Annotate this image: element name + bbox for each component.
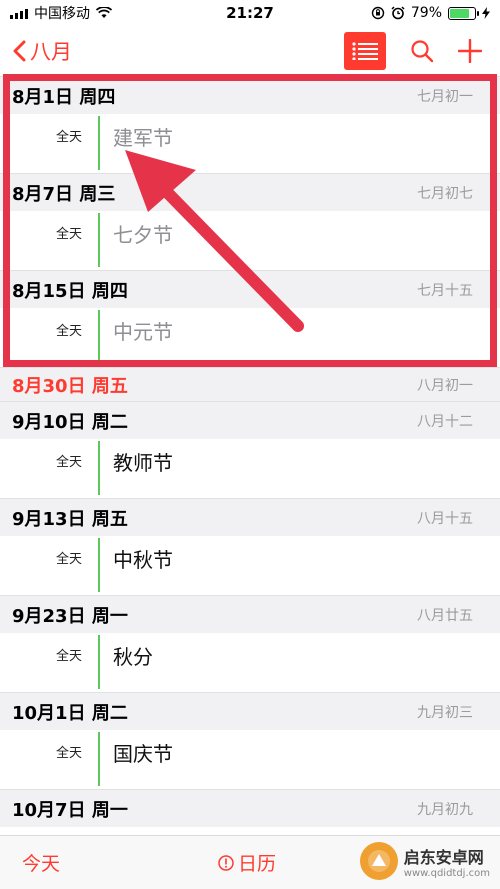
list-icon (352, 42, 378, 60)
wifi-icon (96, 7, 112, 18)
all-day-label: 全天 (55, 130, 82, 145)
day-date: 8月15日 周四 (12, 280, 128, 302)
watermark: 启东安卓网 www.qdidtdj.com (359, 842, 490, 880)
lunar-date: 七月初一 (417, 88, 473, 105)
day-header: 9月10日 周二 八月十二 (0, 401, 500, 439)
all-day-label: 全天 (55, 324, 82, 339)
event-title: 国庆节 (113, 742, 173, 766)
lunar-date: 七月十五 (417, 282, 473, 299)
event-row[interactable]: 全天 教师节 (0, 439, 500, 498)
add-event-button[interactable] (458, 39, 482, 63)
event-row[interactable]: 全天 建军节 (0, 114, 500, 173)
watermark-title: 启东安卓网 (403, 847, 484, 867)
day-header: 8月7日 周三 七月初七 (0, 173, 500, 211)
day-date: 9月10日 周二 (12, 411, 128, 433)
lunar-date: 八月十五 (417, 510, 473, 527)
event-title: 七夕节 (113, 223, 173, 247)
charging-icon (482, 7, 490, 19)
lunar-date: 八月廿五 (417, 607, 473, 624)
day-header: 9月23日 周一 八月廿五 (0, 595, 500, 633)
event-list[interactable]: 8月1日 周四 七月初一 全天 建军节 8月7日 周三 七月初七 全天 七夕节 … (0, 76, 500, 827)
day-date: 8月1日 周四 (12, 86, 116, 108)
event-title: 建军节 (113, 126, 173, 150)
all-day-label: 全天 (55, 552, 82, 567)
calendar-color-bar (98, 441, 100, 495)
day-date: 8月7日 周三 (12, 183, 116, 205)
calendar-color-bar (98, 116, 100, 170)
day-date: 10月1日 周二 (12, 702, 128, 724)
all-day-label: 全天 (55, 746, 82, 761)
all-day-label: 全天 (55, 227, 82, 242)
event-row[interactable]: 全天 中元节 (0, 308, 500, 367)
day-header: 10月1日 周二 九月初三 (0, 692, 500, 730)
event-title: 中元节 (113, 320, 173, 344)
day-header: 9月13日 周五 八月十五 (0, 498, 500, 536)
plus-icon (458, 39, 482, 63)
event-title: 秋分 (113, 645, 153, 669)
event-title: 中秋节 (113, 548, 173, 572)
search-button[interactable] (410, 39, 434, 63)
rotation-lock-icon (371, 6, 385, 20)
day-header: 8月1日 周四 七月初一 (0, 76, 500, 114)
tab-bar: 今天 日历 启东安卓网 www.qdidtdj.com (0, 835, 500, 889)
day-header-today: 8月30日 周五 八月初一 (0, 367, 500, 401)
battery-icon (448, 6, 479, 20)
day-date: 10月7日 周一 (12, 799, 128, 821)
day-header: 8月15日 周四 七月十五 (0, 270, 500, 308)
event-row[interactable]: 全天 国庆节 (0, 730, 500, 789)
event-row[interactable]: 全天 中秋节 (0, 536, 500, 595)
signal-icon (10, 7, 28, 19)
calendar-color-bar (98, 538, 100, 592)
lunar-date: 八月十二 (417, 413, 473, 430)
lunar-date: 九月初九 (417, 801, 473, 818)
nav-bar: 八月 (0, 26, 500, 76)
chevron-left-icon (13, 40, 26, 62)
carrier-label: 中国移动 (34, 6, 90, 22)
alarm-icon (391, 6, 405, 20)
all-day-label: 全天 (55, 455, 82, 470)
all-day-label: 全天 (55, 649, 82, 664)
event-row[interactable]: 全天 七夕节 (0, 211, 500, 270)
day-date: 9月23日 周一 (12, 605, 128, 627)
day-date: 8月30日 周五 (12, 375, 128, 397)
status-bar: 中国移动 21:27 79% (0, 0, 500, 26)
list-view-button[interactable] (344, 32, 386, 70)
calendars-label: 日历 (238, 853, 277, 875)
day-header: 10月7日 周一 九月初九 (0, 789, 500, 827)
lunar-date: 九月初三 (417, 704, 473, 721)
event-row[interactable]: 全天 秋分 (0, 633, 500, 692)
calendars-tab[interactable]: 日历 (218, 849, 276, 876)
calendar-color-bar (98, 310, 100, 364)
back-label: 八月 (30, 40, 72, 64)
day-date: 9月13日 周五 (12, 508, 128, 530)
search-icon (411, 40, 434, 63)
today-tab[interactable]: 今天 (22, 849, 60, 876)
lunar-date: 八月初一 (417, 377, 473, 394)
watermark-url: www.qdidtdj.com (403, 867, 490, 879)
watermark-logo-icon (359, 842, 398, 880)
calendar-color-bar (98, 213, 100, 267)
back-button[interactable]: 八月 (12, 36, 72, 66)
battery-percent: 79% (410, 5, 442, 21)
calendar-color-bar (98, 732, 100, 786)
event-title: 教师节 (113, 451, 173, 475)
alert-circle-icon (218, 854, 234, 871)
lunar-date: 七月初七 (417, 185, 473, 202)
calendar-color-bar (98, 635, 100, 689)
